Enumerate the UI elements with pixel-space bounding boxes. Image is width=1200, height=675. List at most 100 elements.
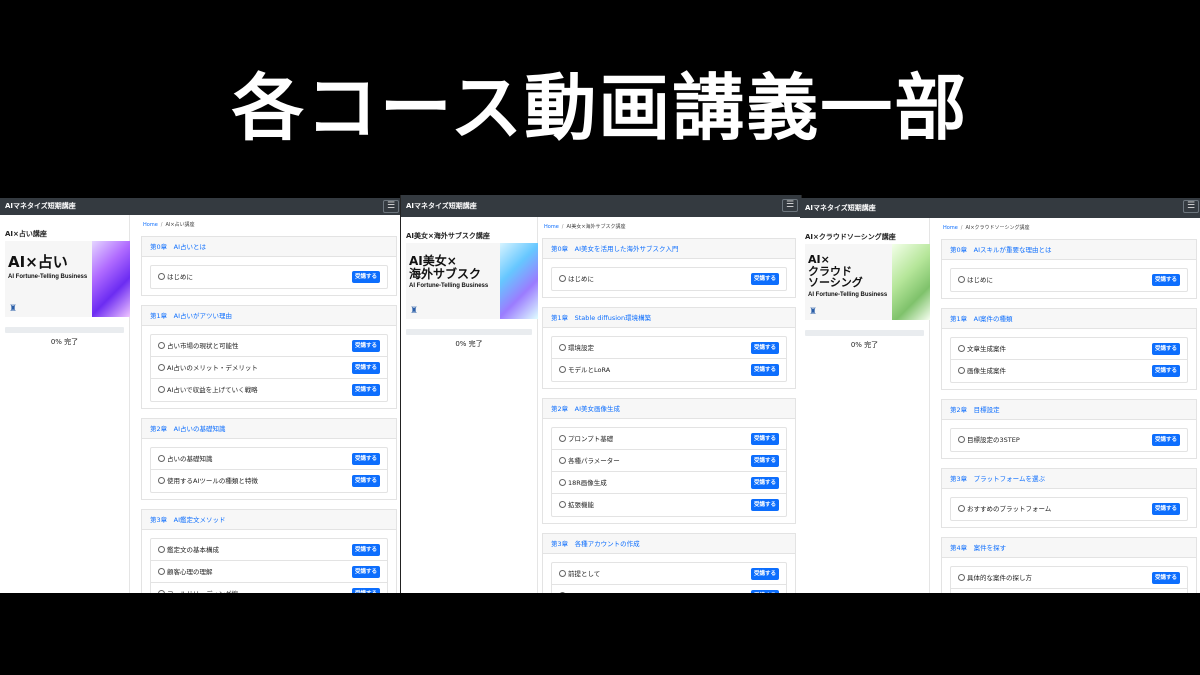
lesson-list: 鑑定文の基本構成受講する顧客心理の理解受講するコールドリーディング編受講する xyxy=(150,538,388,593)
take-lesson-button[interactable]: 受講する xyxy=(352,271,380,283)
take-lesson-button[interactable]: 受講する xyxy=(751,455,779,467)
radio-icon[interactable] xyxy=(158,273,165,280)
breadcrumb-home[interactable]: Home xyxy=(544,224,559,230)
lesson-label: 各種パラメーター xyxy=(568,457,620,465)
take-lesson-button[interactable]: 受講する xyxy=(751,273,779,285)
take-lesson-button[interactable]: 受講する xyxy=(751,568,779,580)
radio-icon[interactable] xyxy=(559,457,566,464)
radio-icon[interactable] xyxy=(958,574,965,581)
radio-icon[interactable] xyxy=(958,276,965,283)
radio-icon[interactable] xyxy=(559,435,566,442)
lesson-item: AI占いで収益を上げていく戦略 受講する xyxy=(151,379,387,401)
chapter-title[interactable]: 第2章 目標設定 xyxy=(942,400,1196,420)
radio-icon[interactable] xyxy=(158,455,165,462)
take-lesson-button[interactable]: 受講する xyxy=(1152,434,1180,446)
lesson-item: 鑑定文の基本構成 受講する xyxy=(151,539,387,561)
lesson-label: 鑑定文の基本構成 xyxy=(167,546,219,554)
radio-icon[interactable] xyxy=(958,436,965,443)
radio-icon[interactable] xyxy=(158,546,165,553)
take-lesson-button[interactable]: 受講する xyxy=(751,590,779,593)
radio-icon[interactable] xyxy=(958,345,965,352)
take-lesson-button[interactable]: 受講する xyxy=(352,340,380,352)
chapter-title[interactable]: 第0章 AIスキルが重要な理由とは xyxy=(942,240,1196,260)
logo-icon: ♜ xyxy=(9,304,18,314)
chapter-title[interactable]: 第1章 AI占いがアツい理由 xyxy=(142,306,396,326)
chapter-title[interactable]: 第2章 AI占いの基礎知識 xyxy=(142,419,396,439)
course-title: AI×クラウドソーシング講座 xyxy=(805,233,896,241)
progress-bar xyxy=(805,330,924,336)
progress-bar xyxy=(406,329,532,335)
lesson-label: はじめに xyxy=(568,275,594,283)
take-lesson-button[interactable]: 受講する xyxy=(751,433,779,445)
radio-icon[interactable] xyxy=(158,386,165,393)
radio-icon[interactable] xyxy=(559,501,566,508)
course-thumbnail: AI× クラウド ソーシング AI Fortune-Telling Busine… xyxy=(805,244,930,320)
chapter-title[interactable]: 第2章 AI美女画像生成 xyxy=(543,399,795,419)
radio-icon[interactable] xyxy=(958,505,965,512)
chapter-title[interactable]: 第1章 AI案件の種類 xyxy=(942,309,1196,329)
lesson-item: 前提として 受講する xyxy=(552,563,786,585)
radio-icon[interactable] xyxy=(158,477,165,484)
breadcrumb-home[interactable]: Home xyxy=(943,225,958,231)
take-lesson-button[interactable]: 受講する xyxy=(352,453,380,465)
take-lesson-button[interactable]: 受講する xyxy=(1152,343,1180,355)
course-thumbnail: AI美女× 海外サブスク AI Fortune-Telling Business… xyxy=(406,243,538,319)
take-lesson-button[interactable]: 受講する xyxy=(352,588,380,593)
radio-icon[interactable] xyxy=(158,568,165,575)
hamburger-icon[interactable]: ☰ xyxy=(1183,200,1199,213)
radio-icon[interactable] xyxy=(158,364,165,371)
take-lesson-button[interactable]: 受講する xyxy=(751,364,779,376)
take-lesson-button[interactable]: 受講する xyxy=(1152,572,1180,584)
chapter-title[interactable]: 第3章 AI鑑定文メソッド xyxy=(142,510,396,530)
hamburger-icon[interactable]: ☰ xyxy=(782,199,798,212)
chapter-title[interactable]: 第0章 AI美女を活用した海外サブスク入門 xyxy=(543,239,795,259)
hamburger-icon[interactable]: ☰ xyxy=(383,200,399,213)
chapter-title[interactable]: 第3章 各種アカウントの作成 xyxy=(543,534,795,554)
take-lesson-button[interactable]: 受講する xyxy=(751,342,779,354)
course-panel-subscription: AIマネタイズ短期講座 ☰ AI美女×海外サブスク講座 AI美女× 海外サブスク… xyxy=(400,195,802,593)
thumbnail-art xyxy=(92,241,130,317)
take-lesson-button[interactable]: 受講する xyxy=(352,362,380,374)
lesson-list: 占いの基礎知識 受講する 使用するAIツールの種類と特徴 受講する xyxy=(150,447,388,493)
radio-icon[interactable] xyxy=(958,367,965,374)
take-lesson-button[interactable]: 受講する xyxy=(751,477,779,489)
chapter-title[interactable]: 第4章 案件を探す xyxy=(942,538,1196,558)
lesson-label: プロンプト基礎 xyxy=(568,435,614,443)
chapter: 第1章 AI案件の種類 文章生成案件 受講する 画像生成案件 受講する xyxy=(941,308,1197,390)
radio-icon[interactable] xyxy=(559,275,566,282)
take-lesson-button[interactable]: 受講する xyxy=(352,475,380,487)
radio-icon[interactable] xyxy=(559,592,566,593)
take-lesson-button[interactable]: 受講する xyxy=(352,384,380,396)
lesson-item: コールドリーディング編 受講する xyxy=(151,583,387,593)
lesson-list: はじめに 受講する xyxy=(150,265,388,289)
lesson-list: 目標設定の3STEP 受講する xyxy=(950,428,1188,452)
radio-icon[interactable] xyxy=(158,590,165,593)
breadcrumb: Home / AI×占い講座 xyxy=(143,222,195,228)
thumbnail-subtitle: AI Fortune-Telling Business xyxy=(808,291,888,298)
topbar: AIマネタイズ短期講座 ☰ xyxy=(401,195,801,217)
take-lesson-button[interactable]: 受講する xyxy=(1152,365,1180,377)
take-lesson-button[interactable]: 受講する xyxy=(352,544,380,556)
lesson-item: はじめに 受講する xyxy=(151,266,387,288)
radio-icon[interactable] xyxy=(559,479,566,486)
take-lesson-button[interactable]: 受講する xyxy=(751,499,779,511)
lesson-label: モデルとLoRA xyxy=(568,366,611,374)
chapter: 第3章 プラットフォームを選ぶ おすすめのプラットフォーム 受講する xyxy=(941,468,1197,528)
chapter-title[interactable]: 第0章 AI占いとは xyxy=(142,237,396,257)
radio-icon[interactable] xyxy=(559,570,566,577)
lesson-item: 各種パラメーター 受講する xyxy=(552,450,786,472)
take-lesson-button[interactable]: 受講する xyxy=(1152,274,1180,286)
lesson-item: 具体的な案件の探し方 受講する xyxy=(951,567,1187,589)
take-lesson-button[interactable]: 受講する xyxy=(1152,503,1180,515)
lesson-label: 占いの基礎知識 xyxy=(167,455,213,463)
chapter-title[interactable]: 第3章 プラットフォームを選ぶ xyxy=(942,469,1196,489)
breadcrumb-home[interactable]: Home xyxy=(143,222,158,228)
chapter-title[interactable]: 第1章 Stable diffusion環境構築 xyxy=(543,308,795,328)
chapter: 第2章 AI美女画像生成 プロンプト基礎 受講する 各種パラメーター 受講する 18R画像… xyxy=(542,398,796,524)
radio-icon[interactable] xyxy=(559,344,566,351)
lesson-label: 18R画像生成 xyxy=(568,479,607,487)
radio-icon[interactable] xyxy=(158,342,165,349)
radio-icon[interactable] xyxy=(559,366,566,373)
lesson-label: 環境設定 xyxy=(568,344,594,352)
take-lesson-button[interactable]: 受講する xyxy=(352,566,380,578)
